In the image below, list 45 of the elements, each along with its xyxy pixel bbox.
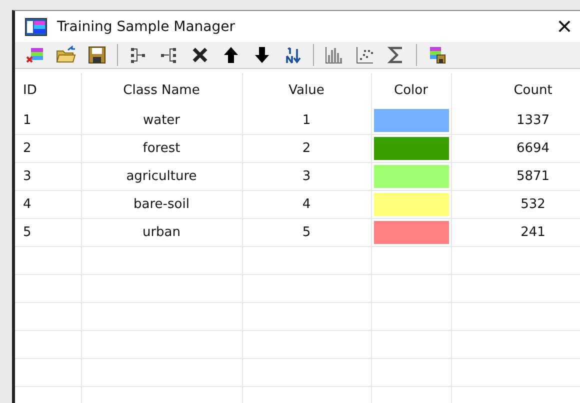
table-cell: water [81, 107, 242, 134]
table-cell: 241 [451, 218, 580, 246]
table-cell: 2 [15, 134, 81, 162]
delete-icon[interactable] [190, 45, 210, 65]
arrow-down-icon[interactable] [252, 45, 272, 65]
expand-tree-icon[interactable] [128, 45, 148, 65]
table-cell: 5 [242, 218, 371, 246]
table-cell: 1337 [451, 107, 580, 134]
save-icon[interactable] [87, 45, 107, 65]
color-swatch[interactable] [374, 137, 448, 160]
table-cell: 1 [15, 107, 81, 134]
column-header[interactable]: Count [451, 73, 580, 107]
color-swatch[interactable] [374, 193, 448, 216]
histogram-icon[interactable] [324, 45, 344, 65]
table-cell: 4 [15, 190, 81, 218]
table-cell: 2 [242, 134, 371, 162]
color-swatch[interactable] [374, 165, 448, 188]
table-cell: agriculture [81, 162, 242, 190]
table-cell: bare-soil [81, 190, 242, 218]
column-header[interactable]: ID [15, 73, 81, 107]
table-cell: 5871 [451, 162, 580, 190]
table-cell: 3 [242, 162, 371, 190]
scatter-plot-icon[interactable] [355, 45, 375, 65]
app-icon [25, 18, 47, 36]
column-header[interactable]: Color [371, 73, 451, 107]
table-cell: 1 [242, 107, 371, 134]
collapse-tree-icon[interactable] [159, 45, 179, 65]
color-swatch[interactable] [374, 221, 448, 244]
table-cell: urban [81, 218, 242, 246]
remove-classes-icon[interactable] [25, 45, 45, 65]
column-header[interactable]: Value [242, 73, 371, 107]
arrow-up-icon[interactable] [221, 45, 241, 65]
window-title: Training Sample Manager [57, 18, 236, 34]
color-swatch[interactable] [374, 109, 448, 132]
table-cell: forest [81, 134, 242, 162]
table-cell: 532 [451, 190, 580, 218]
save-classes-icon[interactable] [427, 45, 447, 65]
table-cell: 3 [15, 162, 81, 190]
table-cell: 5 [15, 218, 81, 246]
column-header[interactable]: Class Name [81, 73, 242, 107]
open-folder-icon[interactable] [56, 45, 76, 65]
table-cell: 6694 [451, 134, 580, 162]
table-cell: 4 [242, 190, 371, 218]
close-button[interactable]: × [548, 11, 580, 42]
sort-icon[interactable] [283, 45, 303, 65]
